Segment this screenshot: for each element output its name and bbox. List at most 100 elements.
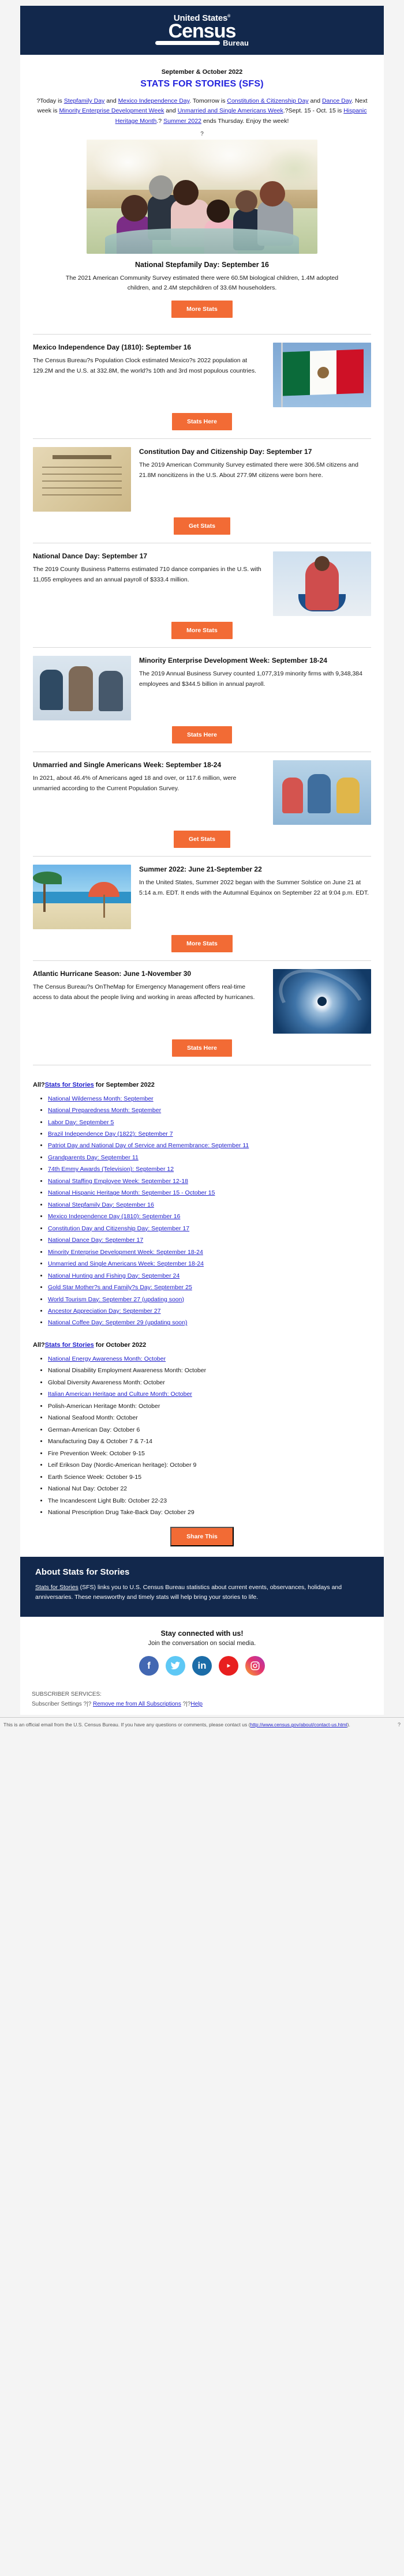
instagram-icon[interactable]: [245, 1656, 265, 1676]
september-item-link-4[interactable]: Patriot Day and National Day of Service …: [48, 1142, 249, 1149]
link-unmarried-single-americans-week[interactable]: Unmarried and Single Americans Week: [178, 107, 283, 114]
link-mexico-independence-day[interactable]: Mexico Independence Day: [118, 97, 190, 104]
link-summer-2022[interactable]: Summer 2022: [163, 118, 201, 125]
card-title: Summer 2022: June 21-September 22: [139, 865, 262, 873]
list-item[interactable]: National Dance Day: September 17: [48, 1234, 371, 1246]
list-item[interactable]: Unmarried and Single Americans Week: Sep…: [48, 1258, 371, 1270]
october-list-heading: All?Stats for Stories for October 2022: [33, 1342, 371, 1349]
list-item[interactable]: Constitution Day and Citizenship Day: Se…: [48, 1223, 371, 1234]
hero-more-stats-button[interactable]: More Stats: [171, 300, 233, 318]
september-item-link-2[interactable]: Labor Day: September 5: [48, 1119, 114, 1126]
september-item-link-18[interactable]: Ancestor Appreciation Day: September 27: [48, 1308, 161, 1315]
hurricane-stats-here-button[interactable]: Stats Here: [172, 1039, 232, 1057]
list-item: Global Diversity Awareness Month: Octobe…: [48, 1377, 371, 1388]
link-contact-us[interactable]: http://www.census.gov/about/contact-us.h…: [250, 1722, 347, 1728]
october-item-text-8: Fire Prevention Week: October 9-15: [48, 1450, 145, 1457]
list-item[interactable]: Minority Enterprise Development Week: Se…: [48, 1246, 371, 1258]
link-help[interactable]: Help: [190, 1701, 203, 1707]
constitution-get-stats-button[interactable]: Get Stats: [173, 517, 231, 535]
flag-cloth: [283, 349, 364, 396]
list-item[interactable]: 74th Emmy Awards (Television): September…: [48, 1163, 371, 1175]
bottom-spacer: [0, 1734, 404, 1740]
list-item[interactable]: World Tourism Day: September 27 (updatin…: [48, 1294, 371, 1305]
list-item[interactable]: Italian American Heritage and Culture Mo…: [48, 1388, 371, 1400]
summer-more-stats-button[interactable]: More Stats: [171, 934, 233, 952]
september-item-link-3[interactable]: Brazil Independence Day (1822): Septembe…: [48, 1131, 173, 1137]
september-item-link-16[interactable]: Gold Star Mother?s and Family?s Day: Sep…: [48, 1284, 192, 1291]
list-item[interactable]: Grandparents Day: September 11: [48, 1152, 371, 1163]
list-item: National Nut Day: October 22: [48, 1483, 371, 1494]
september-item-link-7[interactable]: National Staffing Employee Week: Septemb…: [48, 1178, 188, 1185]
intro-text-2: and: [104, 97, 118, 104]
september-item-link-11[interactable]: Constitution Day and Citizenship Day: Se…: [48, 1225, 189, 1232]
list-item[interactable]: National Hispanic Heritage Month: Septem…: [48, 1187, 371, 1199]
email-container: United States® Census Bureau September &…: [0, 0, 404, 1740]
intro-paragraph: ?Today is Stepfamily Day and Mexico Inde…: [33, 96, 371, 126]
list-item[interactable]: National Wilderness Month: September: [48, 1093, 371, 1105]
document-heading-line: [53, 455, 111, 459]
dance-more-stats-button[interactable]: More Stats: [171, 621, 233, 639]
list-item[interactable]: Patriot Day and National Day of Service …: [48, 1140, 371, 1151]
list-item[interactable]: Gold Star Mother?s and Family?s Day: Sep…: [48, 1282, 371, 1293]
september-item-link-0[interactable]: National Wilderness Month: September: [48, 1095, 154, 1102]
card-title: Minority Enterprise Development Week: Se…: [139, 656, 327, 664]
september-item-link-17[interactable]: World Tourism Day: September 27 (updatin…: [48, 1296, 184, 1303]
link-dance-day[interactable]: Dance Day: [322, 97, 351, 104]
about-title: About Stats for Stories: [35, 1567, 130, 1577]
facebook-icon[interactable]: f: [139, 1656, 159, 1676]
september-item-link-5[interactable]: Grandparents Day: September 11: [48, 1154, 139, 1161]
september-item-link-12[interactable]: National Dance Day: September 17: [48, 1237, 143, 1244]
list-item[interactable]: National Preparedness Month: September: [48, 1105, 371, 1116]
september-item-link-13[interactable]: Minority Enterprise Development Week: Se…: [48, 1249, 203, 1256]
september-item-link-10[interactable]: Mexico Independence Day (1810): Septembe…: [48, 1213, 180, 1220]
list-item[interactable]: National Stepfamily Day: September 16: [48, 1199, 371, 1211]
card-text: Summer 2022: June 21-September 22 In the…: [139, 865, 371, 898]
list-item[interactable]: National Hunting and Fishing Day: Septem…: [48, 1270, 371, 1282]
share-this-button[interactable]: Share This: [170, 1526, 234, 1546]
unmarried-get-stats-button[interactable]: Get Stats: [173, 830, 231, 848]
list-item[interactable]: Brazil Independence Day (1822): Septembe…: [48, 1128, 371, 1140]
october-item-link-0[interactable]: National Energy Awareness Month: October: [48, 1355, 166, 1362]
social-subtitle: Join the conversation on social media.: [148, 1640, 256, 1647]
september-item-link-6[interactable]: 74th Emmy Awards (Television): September…: [48, 1166, 174, 1173]
card-body: In the United States, Summer 2022 began …: [139, 878, 369, 896]
card-body: The 2019 Annual Business Survey counted …: [139, 670, 362, 688]
october-item-link-3[interactable]: Italian American Heritage and Culture Mo…: [48, 1391, 192, 1398]
mexico-stats-here-button[interactable]: Stats Here: [172, 412, 232, 430]
link-stats-for-stories-october[interactable]: Stats for Stories: [45, 1342, 94, 1349]
october-item-text-1: National Disability Employment Awareness…: [48, 1367, 207, 1375]
september-item-link-14[interactable]: Unmarried and Single Americans Week: Sep…: [48, 1260, 204, 1267]
september-item-link-19[interactable]: National Coffee Day: September 29 (updat…: [48, 1319, 187, 1326]
subscriber-settings-text: Subscriber Settings ?|?: [32, 1701, 93, 1708]
linkedin-icon[interactable]: in: [192, 1656, 212, 1676]
list-item[interactable]: National Coffee Day: September 29 (updat…: [48, 1317, 371, 1328]
umbrella-pole: [103, 894, 105, 918]
top-spacer: [0, 0, 404, 6]
list-item[interactable]: National Staffing Employee Week: Septemb…: [48, 1176, 371, 1187]
link-stepfamily-day[interactable]: Stepfamily Day: [64, 97, 105, 104]
list-item: National Prescription Drug Take-Back Day…: [48, 1507, 371, 1518]
link-constitution-citizenship-day[interactable]: Constitution & Citizenship Day: [227, 97, 308, 104]
september-item-link-9[interactable]: National Stepfamily Day: September 16: [48, 1201, 154, 1208]
september-item-link-15[interactable]: National Hunting and Fishing Day: Septem…: [48, 1272, 179, 1279]
heading-suffix: for October 2022: [93, 1341, 147, 1349]
september-item-link-8[interactable]: National Hispanic Heritage Month: Septem…: [48, 1189, 215, 1196]
september-item-link-1[interactable]: National Preparedness Month: September: [48, 1107, 161, 1114]
list-item[interactable]: National Energy Awareness Month: October: [48, 1353, 371, 1365]
list-item[interactable]: Labor Day: September 5: [48, 1117, 371, 1128]
link-stats-for-stories-september[interactable]: Stats for Stories: [45, 1082, 94, 1088]
minority-stats-here-button[interactable]: Stats Here: [172, 726, 232, 743]
person-3: [336, 777, 360, 813]
card-title: National Dance Day: September 17: [33, 551, 148, 560]
twitter-icon[interactable]: [166, 1656, 185, 1676]
october-links-list: National Energy Awareness Month: October…: [33, 1353, 371, 1519]
list-item[interactable]: Ancestor Appreciation Day: September 27: [48, 1305, 371, 1317]
list-item[interactable]: Mexico Independence Day (1810): Septembe…: [48, 1211, 371, 1222]
link-minority-enterprise-week[interactable]: Minority Enterprise Development Week: [59, 107, 164, 114]
constitution-document-photo: [33, 446, 131, 512]
list-item: German-American Day: October 6: [48, 1424, 371, 1436]
link-remove-subscriptions[interactable]: Remove me from All Subscriptions: [93, 1701, 181, 1707]
link-stats-for-stories-about[interactable]: Stats for Stories: [35, 1584, 78, 1591]
youtube-icon[interactable]: [219, 1656, 238, 1676]
card-text: Atlantic Hurricane Season: June 1-Novemb…: [33, 969, 265, 1002]
